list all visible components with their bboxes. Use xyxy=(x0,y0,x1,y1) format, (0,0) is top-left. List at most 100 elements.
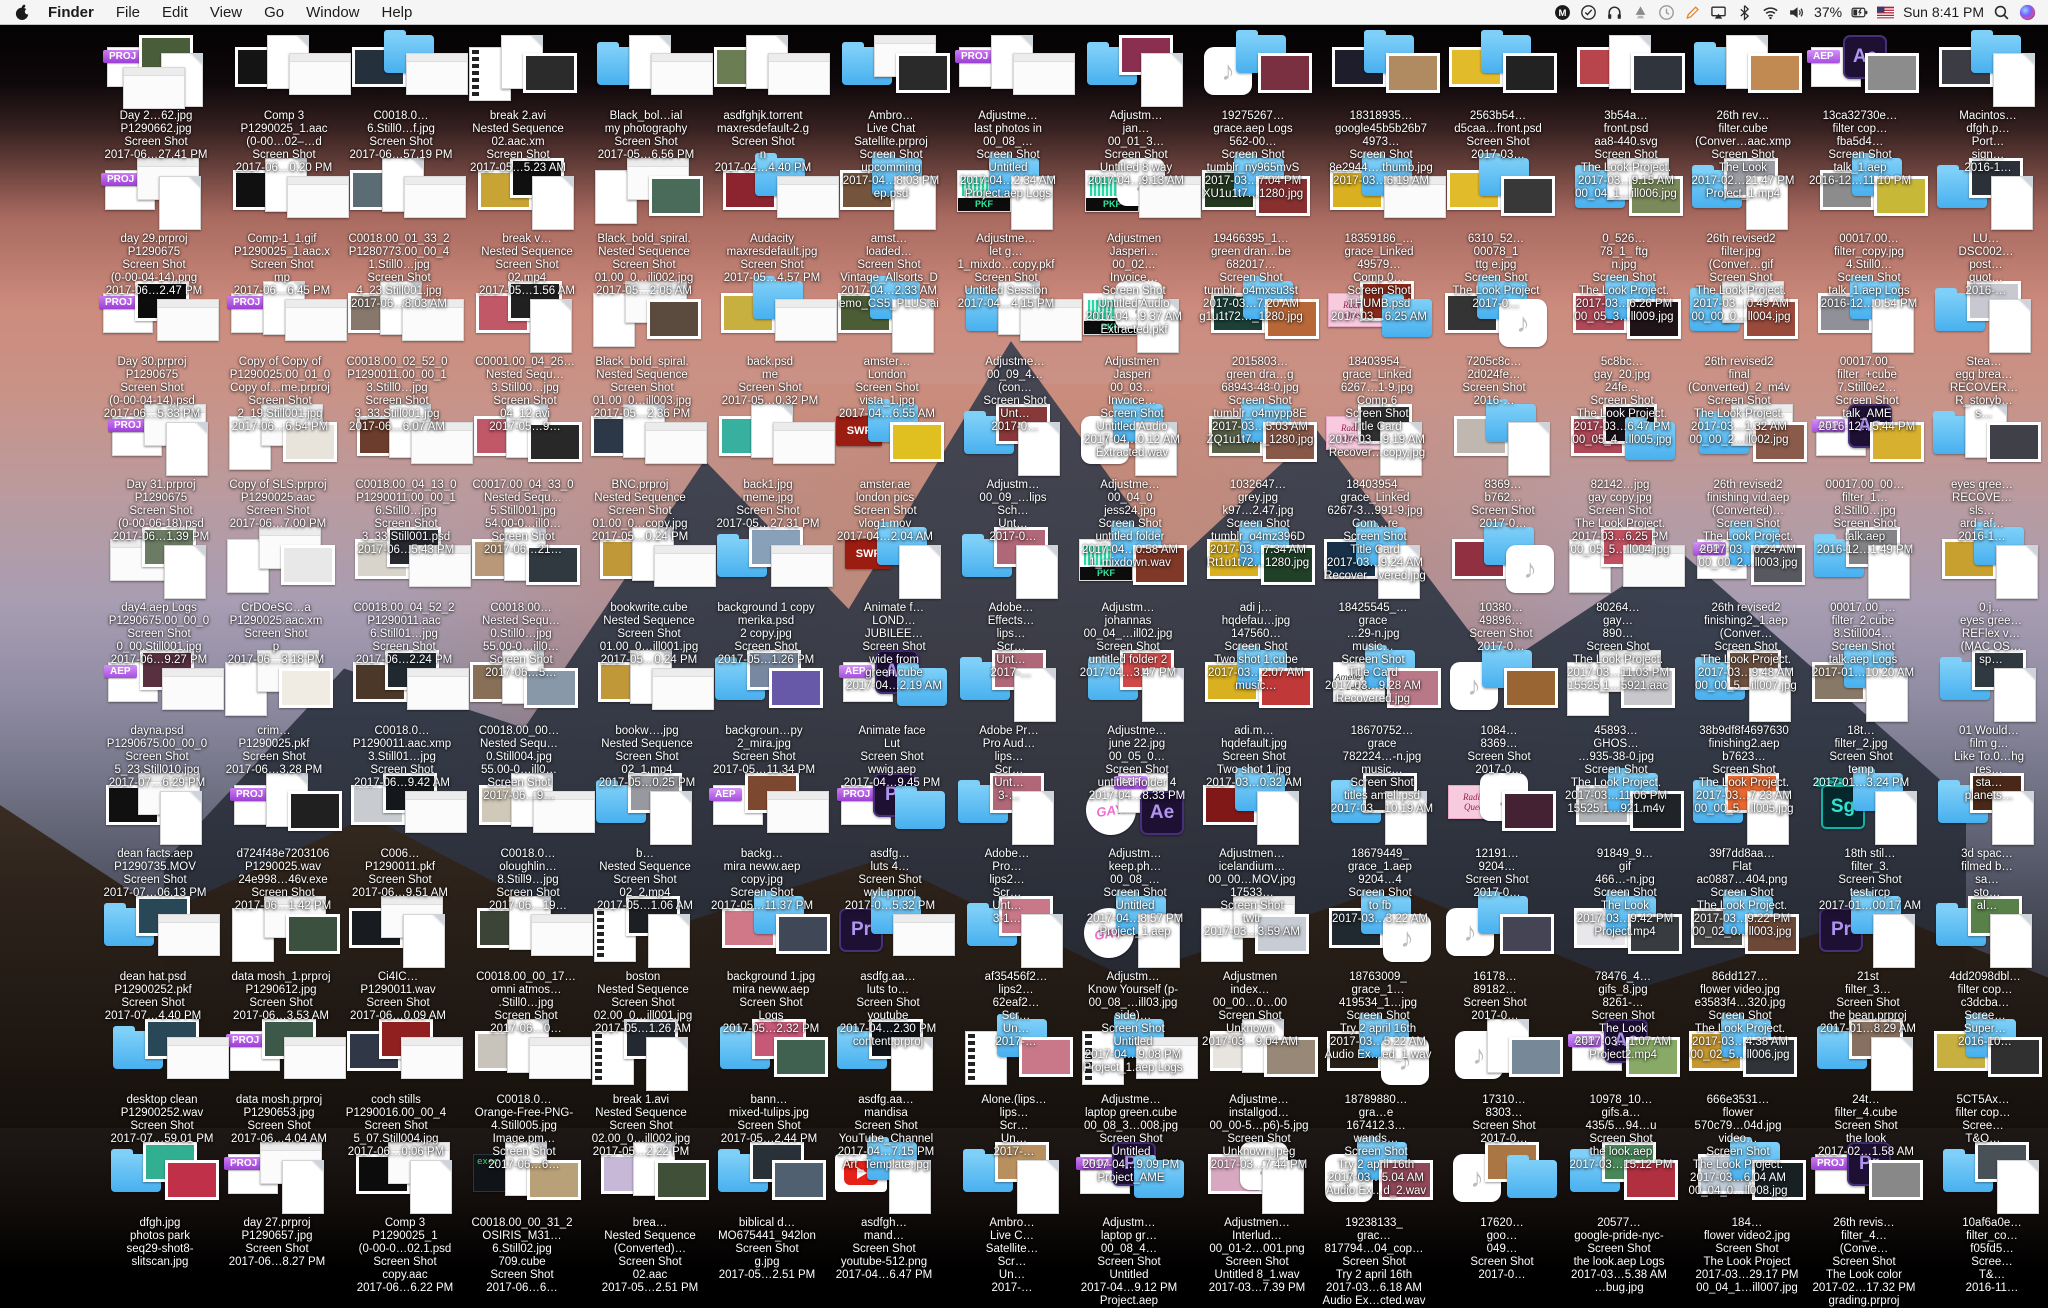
siri-icon[interactable] xyxy=(2019,4,2036,21)
shot-file-icon xyxy=(157,299,219,341)
us-flag-icon[interactable] xyxy=(1877,4,1894,21)
m-circle-icon[interactable]: M xyxy=(1554,4,1571,21)
battery-icon[interactable] xyxy=(1851,4,1868,21)
doc-file-icon xyxy=(1017,1160,1059,1214)
doc-file-icon xyxy=(166,422,208,476)
desktop-icon-cluster[interactable]: 10af6a0e… filter_co… f05fd5… Scree… T&… … xyxy=(1917,1140,2048,1295)
battery-percent: 37% xyxy=(1814,4,1842,20)
menu-help[interactable]: Help xyxy=(371,4,424,21)
photo-file-icon xyxy=(1631,53,1685,93)
shot-file-icon xyxy=(123,67,185,109)
shot-file-icon xyxy=(773,422,835,464)
apple-icon[interactable] xyxy=(14,4,31,21)
photo-file-icon xyxy=(1386,53,1440,93)
file-label: 3d spac… filmed b… sa… sto… al… xyxy=(1912,848,2048,913)
google-drive-icon[interactable] xyxy=(1632,4,1649,21)
time-machine-icon[interactable] xyxy=(1658,4,1675,21)
file-label: Stea… egg brea… RECOVER… R_storyb… s… xyxy=(1909,356,2048,421)
menu-window[interactable]: Window xyxy=(295,4,370,21)
photo-file-icon xyxy=(523,53,577,93)
doc-file-icon xyxy=(1996,545,2038,599)
doc-file-icon xyxy=(1257,791,1299,845)
doc-file-icon xyxy=(164,545,206,599)
file-icon-stack[interactable] xyxy=(1913,33,2048,107)
checkmark-circle-icon[interactable] xyxy=(1580,4,1597,21)
photo-file-icon xyxy=(1869,1160,1923,1200)
doc-file-icon xyxy=(650,791,692,845)
photo-file-icon xyxy=(1503,53,1557,93)
shot-file-icon xyxy=(287,176,349,218)
shot-file-icon xyxy=(162,668,224,710)
bluetooth-icon[interactable] xyxy=(1736,4,1753,21)
file-label: Macintos… dfgh.p… Port… sign… 2016-1… xyxy=(1913,110,2048,175)
file-label: 5CT5Ax… filter cop… Scree… T&O… xyxy=(1908,1094,2048,1146)
doc-file-icon xyxy=(1993,53,2035,107)
menu-bar: Finder FileEditViewGoWindowHelp M 37% Sun … xyxy=(0,0,2048,25)
menu-bar-status-area: M 37% Sun 8:41 PM xyxy=(1554,4,2036,21)
shot-file-icon xyxy=(1013,53,1075,95)
doc-file-icon xyxy=(160,791,202,845)
photo-file-icon xyxy=(1748,53,1802,93)
doc-file-icon xyxy=(646,1037,688,1091)
doc-file-icon xyxy=(1873,914,1915,968)
doc-file-icon xyxy=(1016,545,1058,599)
doc-file-icon xyxy=(1997,1160,2039,1214)
doc-file-icon xyxy=(1994,668,2036,722)
photo-file-icon xyxy=(288,791,342,831)
menu-file[interactable]: File xyxy=(105,4,151,21)
doc-file-icon xyxy=(1141,53,1183,107)
shot-file-icon xyxy=(652,668,714,710)
wifi-icon[interactable] xyxy=(1762,4,1779,21)
spotlight-icon[interactable] xyxy=(1993,4,2010,21)
photo-file-icon xyxy=(1501,176,1555,216)
shot-file-icon xyxy=(531,914,593,956)
photo-file-icon xyxy=(649,176,703,216)
menu-view[interactable]: View xyxy=(199,4,253,21)
menu-finder[interactable]: Finder xyxy=(37,0,105,25)
photo-file-icon xyxy=(281,545,335,585)
photo-file-icon xyxy=(279,668,333,708)
shot-file-icon xyxy=(404,176,466,218)
headphones-icon[interactable] xyxy=(1606,4,1623,21)
shot-file-icon xyxy=(767,791,829,833)
file-label: 10af6a0e… filter_co… f05fd5… Scree… T&… … xyxy=(1917,1217,2048,1295)
menu-bar-clock[interactable]: Sun 8:41 PM xyxy=(1903,4,1984,20)
desktop-icon-cluster[interactable]: 4dd2098dbl… filter cop… c3dcba… Scree… S… xyxy=(1910,894,2048,1049)
shot-file-icon xyxy=(771,545,833,587)
doc-file-icon xyxy=(403,914,445,968)
pencil-icon[interactable] xyxy=(1684,4,1701,21)
photo-file-icon xyxy=(1865,53,1919,93)
photo-file-icon xyxy=(286,914,340,954)
photo-file-icon xyxy=(1258,53,1312,93)
desktop[interactable]: PROJDay 2…62.jpg P1290662.jpg Screen Sho… xyxy=(0,25,2048,1308)
doc-file-icon xyxy=(1989,299,2031,353)
shot-file-icon xyxy=(654,545,716,587)
menu-items: FileEditViewGoWindowHelp xyxy=(105,0,424,25)
shot-file-icon xyxy=(645,422,707,464)
menu-edit[interactable]: Edit xyxy=(151,4,199,21)
file-label: 0.j… eyes gree… REFlex v… (MAC OS… sp… xyxy=(1916,602,2048,667)
shot-file-icon xyxy=(167,1037,229,1079)
menu-bar-left: Finder FileEditViewGoWindowHelp xyxy=(12,0,423,25)
doc-file-icon xyxy=(532,176,574,230)
menu-go[interactable]: Go xyxy=(253,4,295,21)
file-label: 4dd2098dbl… filter cop… c3dcba… Scree… S… xyxy=(1910,971,2048,1049)
shot-file-icon xyxy=(529,1037,591,1079)
desktop-icon-cluster[interactable]: Macintos… dfgh.p… Port… sign… 2016-1… xyxy=(1913,33,2048,175)
doc-file-icon xyxy=(1875,791,1917,845)
file-label: LU… DSC002… post… quot… 2016-… xyxy=(1911,233,2048,298)
shot-file-icon xyxy=(284,1037,346,1079)
airplay-display-icon[interactable] xyxy=(1710,4,1727,21)
svg-text:M: M xyxy=(1559,7,1567,18)
shot-file-icon xyxy=(158,914,220,956)
doc-file-icon xyxy=(282,1160,324,1214)
file-label: 01 Would… film g… Like To.0…hg res… sta…… xyxy=(1914,725,2048,803)
file-label: eyes gree… RECOVE… sls… ard_af… 2016-1… xyxy=(1907,479,2048,544)
photo-file-icon xyxy=(1987,422,2041,462)
shot-file-icon xyxy=(768,53,830,95)
volume-icon[interactable] xyxy=(1788,4,1805,21)
photo-file-icon xyxy=(165,1160,219,1200)
photo-file-icon xyxy=(776,914,830,954)
shot-file-icon xyxy=(289,53,351,95)
doc-file-icon xyxy=(1991,176,2033,230)
